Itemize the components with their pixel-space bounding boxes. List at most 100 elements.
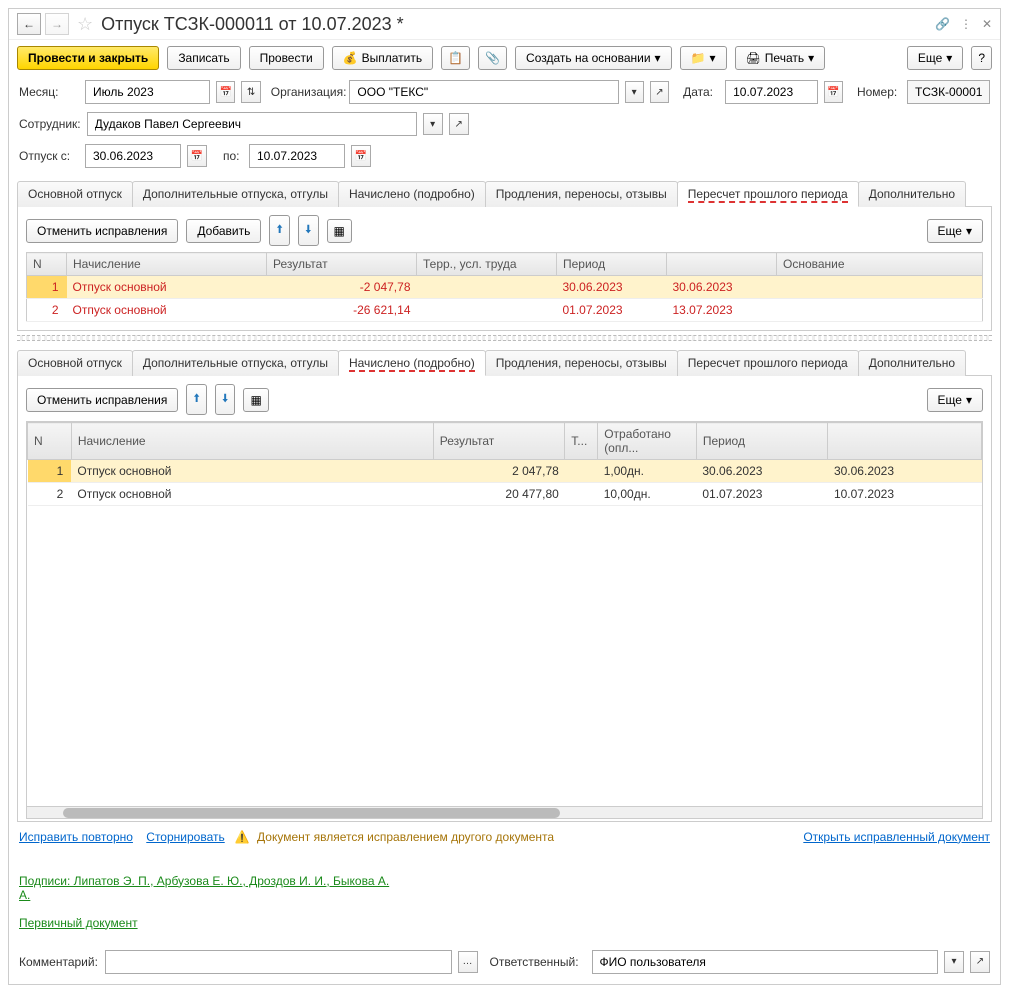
create-based-button[interactable]: Создать на основании ▾ (515, 46, 672, 70)
comment-field[interactable] (105, 950, 452, 974)
chevron-down-icon[interactable]: ▾ (944, 951, 964, 973)
col-n[interactable]: N (28, 423, 72, 460)
move-up-button[interactable]: 🠩 (269, 215, 290, 246)
cancel-corrections-button[interactable]: Отменить исправления (26, 388, 178, 412)
more-button[interactable]: Еще ▾ (907, 46, 963, 70)
cell-qty: 10,00 (604, 487, 634, 501)
write-button[interactable]: Записать (167, 46, 240, 70)
calendar-icon[interactable]: 📅 (824, 81, 843, 103)
print-button[interactable]: 🖨 Печать ▾ (735, 46, 826, 70)
table-row[interactable]: 1 Отпуск основной -2 047,78 30.06.2023 3… (27, 276, 983, 299)
col-period2[interactable] (667, 253, 777, 276)
table-settings-button[interactable]: ▦ (327, 219, 352, 243)
post-button[interactable]: Провести (249, 46, 324, 70)
col-period1[interactable]: Период (696, 423, 828, 460)
org-field[interactable] (349, 80, 618, 104)
move-down-button[interactable]: 🠫 (215, 384, 236, 415)
more-button[interactable]: Еще ▾ (927, 219, 983, 243)
list-button[interactable]: 📋 (441, 46, 470, 70)
from-field[interactable] (85, 144, 181, 168)
open-corrected-link[interactable]: Открыть исправленный документ (803, 830, 990, 844)
more-button[interactable]: Еще ▾ (927, 388, 983, 412)
ellipsis-button[interactable]: … (458, 951, 478, 973)
recalc-table[interactable]: N Начисление Результат Терр., усл. труда… (26, 252, 983, 322)
month-input[interactable] (91, 84, 204, 100)
tab-additional[interactable]: Дополнительные отпуска, отгулы (132, 350, 339, 376)
move-down-button[interactable]: 🠫 (298, 215, 319, 246)
month-spinner[interactable]: ⇅ (241, 81, 260, 103)
table-settings-button[interactable]: ▦ (243, 388, 268, 412)
folder-button[interactable]: 📁 ▾ (680, 46, 727, 70)
back-button[interactable]: ← (17, 13, 41, 35)
kebab-icon[interactable]: ⋮ (960, 17, 972, 31)
month-field[interactable] (85, 80, 210, 104)
table-row[interactable]: 1 Отпуск основной 2 047,78 1,00 дн. 30.0… (28, 460, 982, 483)
open-icon[interactable]: ↗ (449, 113, 469, 135)
tab-recalc[interactable]: Пересчет прошлого периода (677, 181, 859, 207)
col-accrual[interactable]: Начисление (67, 253, 267, 276)
col-t[interactable]: Т... (565, 423, 598, 460)
tab-accrued-detail[interactable]: Начислено (подробно) (338, 181, 486, 207)
employee-input[interactable] (93, 116, 411, 132)
calendar-icon[interactable]: 📅 (187, 145, 207, 167)
col-result[interactable]: Результат (433, 423, 565, 460)
calendar-icon[interactable]: 📅 (216, 81, 235, 103)
tab-accrued-detail[interactable]: Начислено (подробно) (338, 350, 486, 376)
signatures-link[interactable]: Подписи: Липатов Э. П., Арбузова Е. Ю., … (19, 874, 399, 902)
from-input[interactable] (91, 148, 175, 164)
employee-field[interactable] (87, 112, 417, 136)
add-button[interactable]: Добавить (186, 219, 261, 243)
tab-extra[interactable]: Дополнительно (858, 350, 966, 376)
tab-extra[interactable]: Дополнительно (858, 181, 966, 207)
link-icon[interactable]: 🔗 (935, 17, 950, 31)
date-field[interactable] (725, 80, 818, 104)
col-period2[interactable] (828, 423, 982, 460)
forward-button[interactable]: → (45, 13, 69, 35)
move-up-button[interactable]: 🠩 (186, 384, 207, 415)
col-terr[interactable]: Терр., усл. труда (417, 253, 557, 276)
attach-button[interactable]: 📎 (478, 46, 507, 70)
primary-doc-link[interactable]: Первичный документ (19, 916, 138, 930)
responsible-input[interactable] (598, 954, 933, 970)
close-icon[interactable]: ✕ (982, 17, 992, 31)
tab-main-vacation[interactable]: Основной отпуск (17, 350, 133, 376)
calendar-icon[interactable]: 📅 (351, 145, 371, 167)
chevron-down-icon[interactable]: ▾ (625, 81, 644, 103)
table-row[interactable]: 2 Отпуск основной 20 477,80 10,00 дн. 01… (28, 483, 982, 506)
cell-accrual: Отпуск основной (71, 460, 433, 483)
col-worked[interactable]: Отработано (опл... (598, 423, 697, 460)
tab-additional[interactable]: Дополнительные отпуска, отгулы (132, 181, 339, 207)
tab-extensions[interactable]: Продления, переносы, отзывы (485, 181, 678, 207)
chevron-down-icon: ▾ (808, 51, 814, 65)
col-accrual[interactable]: Начисление (71, 423, 433, 460)
responsible-field[interactable] (592, 950, 939, 974)
to-input[interactable] (255, 148, 339, 164)
to-field[interactable] (249, 144, 345, 168)
col-period1[interactable]: Период (557, 253, 667, 276)
col-basis[interactable]: Основание (777, 253, 983, 276)
horizontal-scrollbar[interactable] (27, 806, 982, 818)
tab-main-vacation[interactable]: Основной отпуск (17, 181, 133, 207)
star-icon[interactable]: ☆ (77, 14, 93, 35)
arrow-down-icon: 🠫 (305, 220, 312, 241)
org-input[interactable] (355, 84, 612, 100)
correct-again-link[interactable]: Исправить повторно (19, 830, 133, 844)
col-result[interactable]: Результат (267, 253, 417, 276)
cancel-corrections-button[interactable]: Отменить исправления (26, 219, 178, 243)
open-icon[interactable]: ↗ (650, 81, 669, 103)
post-and-close-button[interactable]: Провести и закрыть (17, 46, 159, 70)
pay-button[interactable]: 💰 Выплатить (332, 46, 433, 70)
help-button[interactable]: ? (971, 46, 992, 70)
tab-recalc[interactable]: Пересчет прошлого периода (677, 350, 859, 376)
open-icon[interactable]: ↗ (970, 951, 990, 973)
accrued-table[interactable]: N Начисление Результат Т... Отработано (… (27, 422, 982, 806)
date-input[interactable] (731, 84, 812, 100)
col-n[interactable]: N (27, 253, 67, 276)
storno-link[interactable]: Сторнировать (146, 830, 224, 844)
comment-input[interactable] (111, 954, 446, 970)
scroll-thumb[interactable] (63, 808, 560, 818)
table-row[interactable]: 2 Отпуск основной -26 621,14 01.07.2023 … (27, 299, 983, 322)
grid-icon: ▦ (334, 224, 345, 238)
chevron-down-icon[interactable]: ▾ (423, 113, 443, 135)
tab-extensions[interactable]: Продления, переносы, отзывы (485, 350, 678, 376)
